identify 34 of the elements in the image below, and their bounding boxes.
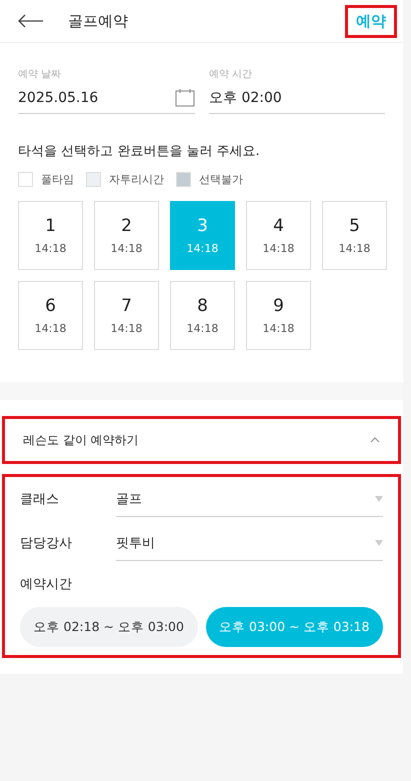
seat-tile[interactable]: 9 14:18 bbox=[246, 281, 311, 350]
field-label: 예약시간 bbox=[20, 576, 73, 594]
legend-label: 선택불가 bbox=[199, 172, 243, 187]
dropdown-icon bbox=[375, 496, 383, 502]
field-label: 클래스 bbox=[20, 491, 60, 508]
field-value: 오후 02:00 bbox=[209, 89, 282, 107]
instructor-select[interactable]: 핏투비 bbox=[116, 526, 383, 560]
legend-label: 자투리시간 bbox=[109, 172, 164, 187]
legend-swatch bbox=[86, 172, 101, 187]
chevron-up-icon bbox=[370, 437, 380, 443]
field-label: 담당강사 bbox=[20, 535, 73, 552]
seat-tile[interactable]: 2 14:18 bbox=[94, 201, 159, 270]
seat-tile[interactable]: 6 14:18 bbox=[18, 281, 83, 350]
field-label: 예약 날짜 bbox=[18, 68, 62, 81]
class-select[interactable]: 골프 bbox=[116, 482, 383, 516]
time-option[interactable]: 오후 02:18 ~ 오후 03:00 bbox=[20, 607, 198, 647]
seat-tile[interactable]: 5 14:18 bbox=[322, 201, 387, 270]
calendar-icon[interactable] bbox=[175, 89, 195, 107]
seat-tile[interactable]: 4 14:18 bbox=[246, 201, 311, 270]
seat-tile[interactable]: 8 14:18 bbox=[170, 281, 235, 350]
field-value: 2025.05.16 bbox=[18, 90, 98, 106]
dropdown-icon bbox=[375, 540, 383, 546]
legend-label: 풀타임 bbox=[41, 172, 74, 187]
time-field[interactable]: 예약 시간 오후 02:00 bbox=[209, 67, 385, 114]
date-field[interactable]: 예약 날짜 2025.05.16 bbox=[18, 67, 195, 114]
seat-tile[interactable]: 7 14:18 bbox=[94, 281, 159, 350]
field-label: 예약 시간 bbox=[209, 68, 254, 81]
lesson-toggle[interactable]: 레슨도 같이 예약하기 bbox=[2, 416, 401, 464]
instruction-text: 타석을 선택하고 완료버튼을 눌러 주세요. bbox=[17, 143, 261, 160]
seat-tile[interactable]: 1 14:18 bbox=[18, 201, 83, 270]
page-title: 골프예약 bbox=[68, 12, 129, 30]
legend-swatch bbox=[176, 172, 191, 187]
legend-swatch bbox=[18, 172, 33, 187]
back-arrow-icon[interactable] bbox=[18, 14, 44, 28]
